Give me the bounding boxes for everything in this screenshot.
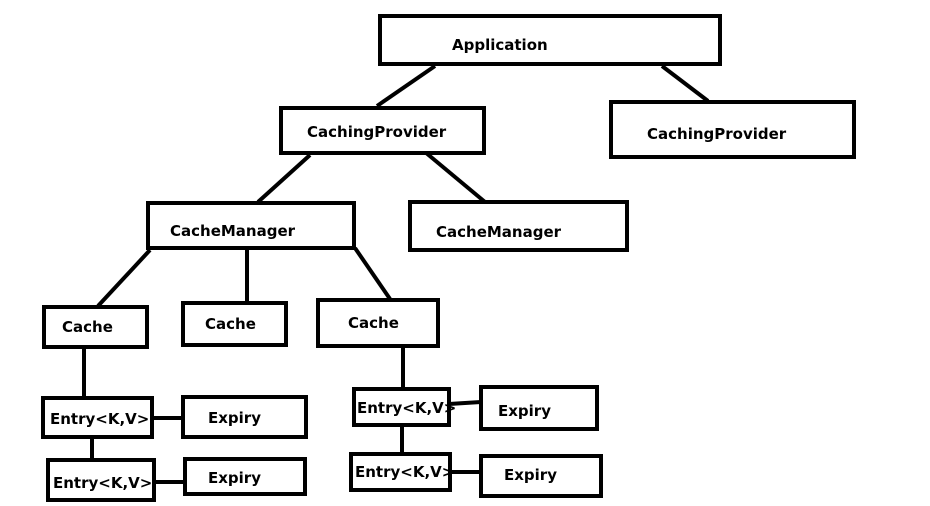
edge-application-caching-provider-2 [660,64,710,103]
node-label: Cache [348,314,399,332]
node-label: CachingProvider [647,125,787,143]
node-entry-4: Entry<K,V> [349,452,454,492]
node-expiry-4: Expiry [479,454,603,498]
node-label: Expiry [498,402,551,420]
node-entry-2: Entry<K,V> [46,458,156,502]
node-label: Application [452,36,548,54]
cache-hierarchy-diagram: Application CachingProvider CachingProvi… [41,14,856,502]
edge-caching-provider-1-cache-manager-1 [256,153,312,204]
node-entry-1: Entry<K,V> [41,396,154,439]
node-label: Cache [62,318,113,336]
edge-cache-manager-1-cache-3 [353,246,392,301]
node-label: CachingProvider [307,123,447,141]
edge-application-caching-provider-1 [375,64,437,108]
node-label: Cache [205,315,256,333]
node-label: Entry<K,V> [50,410,149,428]
node-expiry-2: Expiry [183,457,307,496]
node-cache-manager-2: CacheManager [408,200,629,252]
node-label: Expiry [208,469,261,487]
node-cache-1: Cache [42,305,149,349]
node-label: CacheManager [436,223,562,241]
node-expiry-3: Expiry [479,385,599,431]
node-application: Application [378,14,722,66]
node-label: CacheManager [170,222,296,240]
node-label: Expiry [208,409,261,427]
node-label: Entry<K,V> [53,474,152,492]
node-expiry-1: Expiry [181,395,308,439]
node-label: Entry<K,V> [355,463,454,481]
node-caching-provider-1: CachingProvider [279,106,486,155]
node-label: Entry<K,V> [357,399,456,417]
node-cache-2: Cache [181,301,288,347]
node-cache-manager-1: CacheManager [146,201,356,250]
node-entry-3: Entry<K,V> [352,387,456,427]
node-cache-3: Cache [316,298,440,348]
edge-caching-provider-1-cache-manager-2 [423,150,487,204]
node-caching-provider-2: CachingProvider [609,100,856,159]
edge-cache-manager-1-cache-1 [96,248,152,308]
node-label: Expiry [504,466,557,484]
